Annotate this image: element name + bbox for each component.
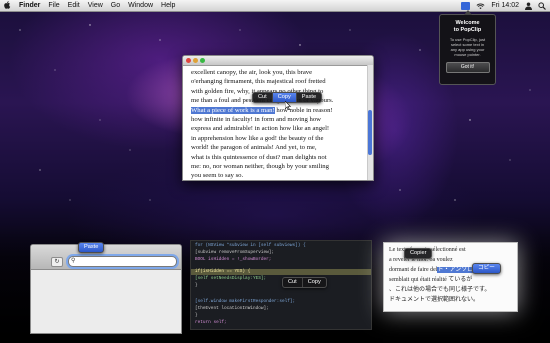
popclip-bar-paste: Paste xyxy=(78,242,105,253)
popclip-welcome-popover: Welcome to PopClip To use PopClip, just … xyxy=(439,10,496,85)
code-line: return self; xyxy=(195,320,227,325)
code-line: } xyxy=(195,283,198,288)
code-editor-window: for (NSView *subview in [self subviews])… xyxy=(190,240,372,330)
user-icon[interactable] xyxy=(525,1,532,10)
popclip-copy-button[interactable]: Copy xyxy=(303,278,326,287)
popclip-paste-button[interactable]: Paste xyxy=(79,243,104,252)
text-editor-window: excellent canopy, the air, look you, thi… xyxy=(182,55,374,181)
selected-text[interactable]: What a piece of work is a man! xyxy=(191,106,275,114)
search-icon: ⚲ xyxy=(71,258,76,264)
popclip-copier-button[interactable]: Copier xyxy=(405,249,431,258)
text-line: me: no, nor woman neither, though by you… xyxy=(191,163,329,171)
vertical-scrollbar[interactable] xyxy=(367,65,373,180)
code-line: [self setNeedsDisplay:YES]; xyxy=(195,276,267,281)
code-line: [subview removeFromSuperview]; xyxy=(195,250,275,255)
welcome-title-line2: to PopClip xyxy=(453,27,482,33)
text-line: dormant de faire delト・アンソロ xyxy=(389,265,474,276)
menu-app-name[interactable]: Finder xyxy=(19,0,40,11)
text-line: world! the paragon of animals! And yet, … xyxy=(191,144,317,152)
text-line: excellent canopy, the air, look you, thi… xyxy=(191,69,313,76)
text-line-start: dormant de faire del xyxy=(389,267,438,273)
clock[interactable]: Fri 14:02 xyxy=(491,0,519,11)
code-line: } xyxy=(195,313,198,318)
wifi-icon[interactable] xyxy=(476,1,485,10)
code-line: for (NSView *subview in [self subviews])… xyxy=(195,243,306,248)
text-line: express and admirable! in action how lik… xyxy=(191,125,330,133)
popclip-bar-french: Copier xyxy=(404,248,433,259)
text-line: ドキュメントで選択範囲れない。 xyxy=(389,297,480,303)
menu-window[interactable]: Window xyxy=(128,0,153,11)
close-window-button[interactable] xyxy=(186,58,191,63)
scrollbar-thumb[interactable] xyxy=(368,110,372,155)
reload-icon[interactable]: ↻ xyxy=(51,257,63,267)
document-text[interactable]: excellent canopy, the air, look you, thi… xyxy=(191,68,363,180)
welcome-title-line1: Welcome xyxy=(455,20,480,26)
browser-content xyxy=(31,270,181,333)
text-line: in apprehension how like a god! the beau… xyxy=(191,134,324,142)
text-line: how infinite in faculty! in form and mov… xyxy=(191,116,322,124)
window-titlebar xyxy=(183,56,373,66)
selected-japanese-text[interactable]: ト・アンソロ xyxy=(437,267,474,273)
menu-view[interactable]: View xyxy=(88,0,103,11)
popclip-status-icon[interactable] xyxy=(461,2,471,10)
text-line: o'erhanging firmament, this majestical r… xyxy=(191,78,326,86)
code-line: BOOL isHidden = !_showBorder; xyxy=(195,257,272,262)
welcome-body-line: mouse pointer. xyxy=(454,52,481,57)
menu-edit[interactable]: Edit xyxy=(68,0,80,11)
popclip-bar-code: Cut Copy xyxy=(282,277,327,288)
apple-menu-icon[interactable] xyxy=(4,1,11,9)
spotlight-icon[interactable] xyxy=(538,1,546,10)
code-line-selected[interactable]: if(isHidden == YES) { xyxy=(195,269,250,275)
popclip-japanese-copy-button[interactable]: コピー xyxy=(473,264,500,273)
menu-go[interactable]: Go xyxy=(111,0,120,11)
code-line: [theEvent locationInWindow]; xyxy=(195,306,269,311)
menu-help[interactable]: Help xyxy=(161,0,175,11)
text-line: 、これは他の場合でも同じ様子です。 xyxy=(389,287,491,293)
browser-window: ↻ ⚲ xyxy=(30,244,182,334)
zoom-window-button[interactable] xyxy=(200,58,205,63)
text-line: what is this quintessence of dust? man d… xyxy=(191,153,327,161)
popclip-cut-button[interactable]: Cut xyxy=(283,278,303,287)
popclip-paste-button[interactable]: Paste xyxy=(297,93,321,102)
got-it-button[interactable]: Got it! xyxy=(445,62,490,73)
browser-toolbar: ↻ ⚲ xyxy=(31,245,181,270)
popclip-cut-button[interactable]: Cut xyxy=(253,93,273,102)
menu-file[interactable]: File xyxy=(48,0,59,11)
text-line: semblait qui était réalité ているが xyxy=(389,277,473,283)
text-line-selected: What a piece of work is a man! how noble… xyxy=(191,106,363,115)
text-after-selection: how noble in reason! xyxy=(274,106,333,114)
popclip-bar-japanese: コピー xyxy=(472,263,501,274)
code-line: [self.window makeFirstResponder:self]; xyxy=(195,299,296,304)
text-line: you seem to say so. xyxy=(191,172,244,180)
welcome-body: To use PopClip, just select some text in… xyxy=(443,37,492,57)
search-input[interactable]: ⚲ xyxy=(68,256,177,267)
mouse-pointer-icon xyxy=(285,101,291,110)
minimize-window-button[interactable] xyxy=(193,58,198,63)
